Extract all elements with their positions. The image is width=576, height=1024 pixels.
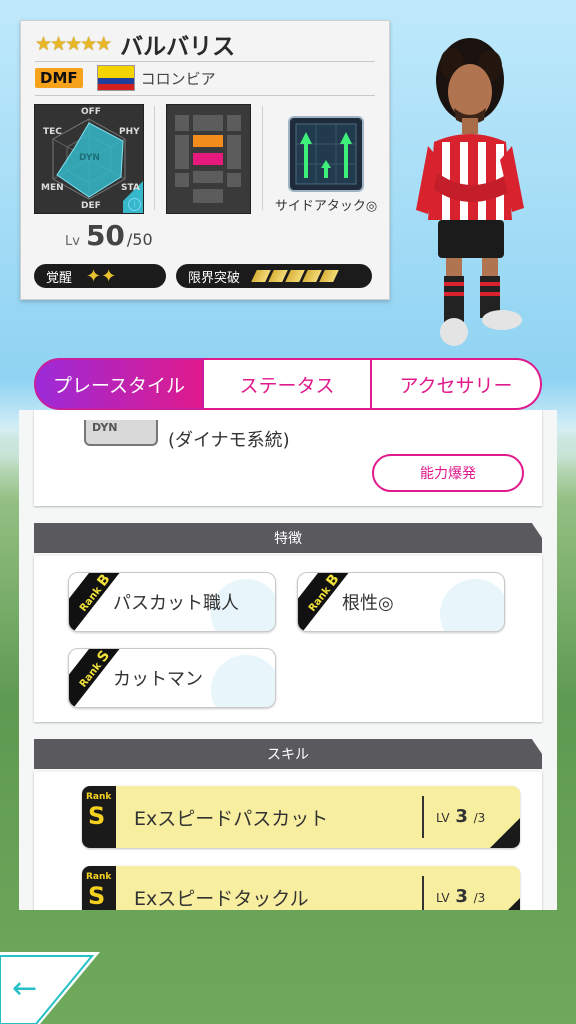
skill-card[interactable]: Rank S Exスピードパスカット LV 3 /3 bbox=[82, 786, 520, 848]
player-name-row: ★★★★★ バルバリス bbox=[35, 27, 375, 62]
position-badge: DMF bbox=[35, 68, 83, 88]
limit-break-pill: 限界突破 bbox=[176, 264, 372, 288]
divider bbox=[262, 106, 263, 210]
trait-card[interactable]: Rank B 根性◎ bbox=[297, 572, 505, 632]
awakening-label: 覚醒 bbox=[46, 270, 73, 286]
radar-label-off: OFF bbox=[81, 107, 101, 117]
position-country-row: DMF コロンビア bbox=[35, 61, 375, 96]
level-max: /50 bbox=[126, 230, 153, 249]
dynamo-type-icon: DYN bbox=[84, 420, 158, 446]
radar-label-men: MEN bbox=[41, 183, 64, 193]
traits-box: Rank B パスカット職人 Rank B 根性◎ Rank S カットマン bbox=[34, 556, 542, 722]
skills-box: Rank S Exスピードパスカット LV 3 /3 Rank S Exスピードタッ… bbox=[34, 772, 542, 910]
tab-accessory[interactable]: アクセサリー bbox=[372, 358, 542, 410]
skill-name: Exスピードタックル bbox=[134, 888, 309, 910]
tab-playstyle[interactable]: プレースタイル bbox=[34, 358, 204, 410]
info-icon[interactable]: i bbox=[128, 198, 141, 211]
divider bbox=[154, 106, 155, 210]
radar-label-tec: TEC bbox=[43, 127, 62, 137]
attack-style-label: サイドアタック◎ bbox=[274, 199, 378, 214]
radar-center-label: DYN bbox=[79, 153, 100, 163]
ability-burst-button[interactable]: 能力爆発 bbox=[372, 454, 524, 492]
rarity-stars: ★★★★★ bbox=[35, 33, 112, 55]
position-map bbox=[166, 104, 251, 214]
player-name: バルバリス bbox=[120, 34, 236, 60]
tab-bar: プレースタイル ステータス アクセサリー bbox=[34, 358, 542, 410]
level-display: Lv 50 /50 bbox=[65, 219, 153, 252]
radar-label-sta: STA bbox=[121, 183, 140, 193]
tab-status[interactable]: ステータス bbox=[204, 358, 372, 410]
level-value: 50 bbox=[85, 219, 125, 252]
back-button[interactable]: ← bbox=[0, 952, 100, 1024]
trait-card[interactable]: Rank S カットマン bbox=[68, 648, 276, 708]
limit-break-label: 限界突破 bbox=[188, 270, 241, 286]
playstyle-type-box: DYN (ダイナモ系統) 能力爆発 bbox=[34, 410, 542, 506]
trait-card[interactable]: Rank B パスカット職人 bbox=[68, 572, 276, 632]
trait-name: 根性◎ bbox=[342, 593, 394, 614]
awakening-stars-icon: ✦✦ bbox=[86, 265, 117, 287]
player-card: ★★★★★ バルバリス DMF コロンビア OFF PHY STA DEF ME… bbox=[20, 20, 390, 300]
back-arrow-icon: ← bbox=[12, 971, 37, 1006]
skills-header: スキル bbox=[34, 739, 542, 769]
playstyle-type-text: (ダイナモ系統) bbox=[168, 430, 290, 451]
ability-radar-chart[interactable]: OFF PHY STA DEF MEN TEC DYN i bbox=[34, 104, 144, 214]
side-attack-icon bbox=[288, 116, 364, 192]
colombia-flag-icon bbox=[96, 65, 135, 91]
skill-card[interactable]: Rank S Exスピードタックル LV 3 /3 bbox=[82, 866, 520, 910]
traits-header: 特徴 bbox=[34, 523, 542, 553]
skill-level: LV 3 /3 bbox=[436, 806, 486, 827]
country-name: コロンビア bbox=[140, 69, 216, 88]
trait-name: カットマン bbox=[113, 669, 203, 690]
awakening-pill: 覚醒 ✦✦ bbox=[34, 264, 166, 288]
skill-name: Exスピードパスカット bbox=[134, 808, 329, 830]
limit-break-bars bbox=[251, 270, 339, 282]
level-label: Lv bbox=[65, 234, 80, 249]
player-figure bbox=[416, 38, 524, 346]
skill-level: LV 3 /3 bbox=[436, 886, 486, 907]
radar-label-def: DEF bbox=[81, 201, 101, 211]
radar-label-phy: PHY bbox=[119, 127, 140, 137]
trait-name: パスカット職人 bbox=[113, 593, 239, 614]
playstyle-panel[interactable]: DYN (ダイナモ系統) 能力爆発 特徴 Rank B パスカット職人 Rank… bbox=[19, 410, 557, 910]
